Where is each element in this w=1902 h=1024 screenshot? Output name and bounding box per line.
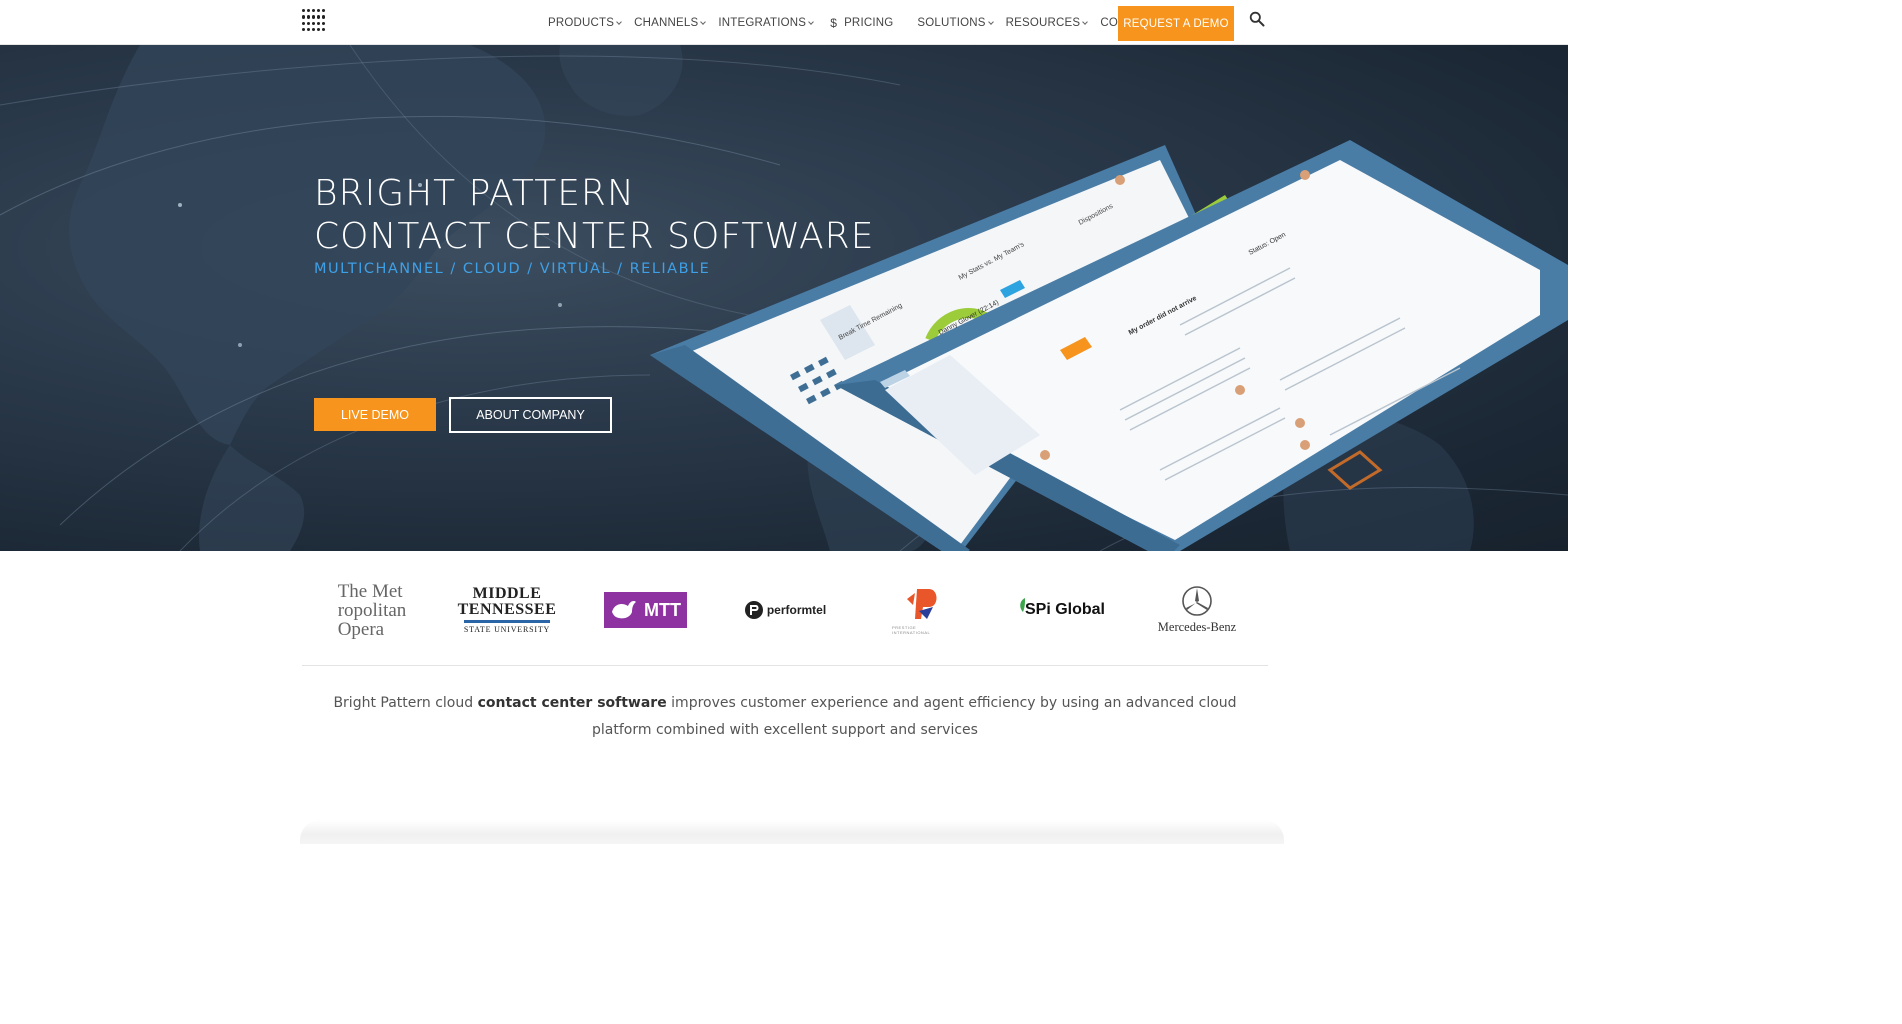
nav-item-channels[interactable]: CHANNELS — [634, 16, 707, 29]
nav-item-label: CHANNELS — [634, 16, 699, 29]
logo-text: SPi Global — [1024, 601, 1105, 618]
logo-text: MIDDLE — [472, 585, 542, 602]
description-text: Bright Pattern cloud — [333, 695, 478, 711]
chevron-down-icon — [616, 18, 622, 25]
nav-item-label: SOLUTIONS — [917, 16, 986, 29]
logo-text: Mercedes-Benz — [1157, 620, 1237, 634]
logo-text: performtel — [766, 603, 827, 617]
performtel-logo: performtel — [742, 577, 828, 643]
spi-global-logo: SPi Global — [1016, 577, 1106, 643]
logo-wave — [464, 620, 550, 623]
mtt-logo: MTT — [604, 577, 687, 643]
nav-menu: PRODUCTS CHANNELS INTEGRATIONS $ PRICING … — [548, 0, 1179, 45]
logo-text: The Met — [337, 580, 403, 602]
bright-pattern-logo-icon[interactable] — [302, 9, 326, 33]
description-text: improves customer experience and agent e… — [592, 695, 1237, 738]
mercedes-star-icon — [1182, 586, 1212, 616]
search-icon[interactable] — [1249, 11, 1265, 27]
dollar-icon: $ — [830, 15, 838, 30]
nav-item-products[interactable]: PRODUCTS — [548, 16, 622, 29]
mercedes-benz-logo: Mercedes-Benz — [1152, 577, 1242, 643]
nav-item-label: PRODUCTS — [548, 16, 615, 29]
mtsu-logo: MIDDLE TENNESSEE STATE UNIVERSITY — [458, 577, 556, 643]
logo-text: Opera — [337, 618, 385, 640]
met-opera-logo: The Met ropolitan Opera — [330, 577, 414, 643]
hero-section: BRIGHT PATTERN CONTACT CENTER SOFTWARE M… — [0, 45, 1568, 551]
prestige-logo: PRESTIGE INTERNATIONAL — [892, 577, 952, 643]
about-company-button[interactable]: ABOUT COMPANY — [449, 397, 612, 433]
chevron-down-icon — [808, 18, 815, 25]
logo-text: ropolitan — [337, 599, 407, 621]
chevron-down-icon — [700, 18, 707, 25]
nav-item-label: PRICING — [844, 16, 894, 29]
performtel-mark-icon — [744, 601, 763, 619]
bird-icon — [612, 601, 636, 619]
nav-item-pricing[interactable]: $ PRICING — [830, 16, 893, 30]
logo-text: TENNESSEE — [457, 601, 557, 618]
prestige-mark-icon — [907, 589, 937, 619]
chevron-down-icon — [1082, 18, 1089, 25]
intro-description: Bright Pattern cloud contact center soft… — [302, 690, 1268, 744]
next-section-card-edge — [300, 820, 1284, 844]
logo-text: MTT — [644, 599, 681, 620]
nav-item-label: INTEGRATIONS — [718, 16, 807, 29]
chevron-down-icon — [987, 18, 994, 25]
client-logos-strip: The Met ropolitan Opera MIDDLE TENNESSEE… — [302, 560, 1268, 666]
nav-item-integrations[interactable]: INTEGRATIONS — [718, 16, 815, 29]
nav-item-solutions[interactable]: SOLUTIONS — [917, 16, 994, 29]
request-demo-button[interactable]: REQUEST A DEMO — [1118, 6, 1234, 41]
top-nav: PRODUCTS CHANNELS INTEGRATIONS $ PRICING … — [0, 0, 1568, 45]
product-screens-illustration: Break Time Remaining My Stats vs. My Tea… — [650, 140, 1568, 551]
nav-item-resources[interactable]: RESOURCES — [1005, 16, 1089, 29]
live-demo-button[interactable]: LIVE DEMO — [314, 398, 436, 431]
description-link[interactable]: contact center software — [478, 695, 667, 711]
nav-item-label: RESOURCES — [1005, 16, 1081, 29]
logo-text: STATE UNIVERSITY — [463, 625, 551, 634]
logo-text: PRESTIGE INTERNATIONAL — [892, 625, 931, 635]
